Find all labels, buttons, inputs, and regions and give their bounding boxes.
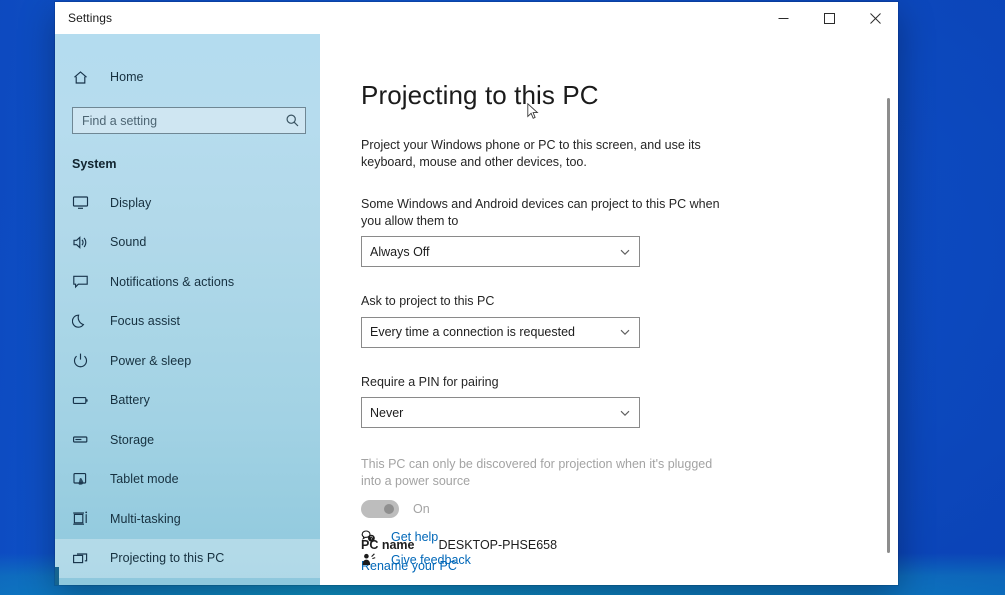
sidebar-item-tablet-mode-label: Tablet mode	[110, 472, 179, 487]
close-icon	[869, 12, 881, 24]
moon-icon	[72, 313, 96, 330]
window-title: Settings	[68, 11, 113, 25]
battery-icon	[72, 392, 96, 409]
dropdown-allow-project-value: Always Off	[370, 244, 430, 259]
setting-group-power-source: This PC can only be discovered for proje…	[361, 456, 898, 518]
power-source-toggle-state: On	[413, 502, 430, 516]
power-icon	[72, 352, 96, 369]
sidebar-item-sound-label: Sound	[110, 235, 147, 250]
sidebar-item-notifications-label: Notifications & actions	[110, 274, 235, 289]
sidebar: Home System	[55, 34, 320, 585]
sidebar-item-sound[interactable]: Sound	[55, 223, 320, 263]
toggle-knob	[384, 504, 394, 514]
storage-icon	[72, 431, 96, 448]
page-title: Projecting to this PC	[361, 80, 599, 110]
sidebar-item-focus-assist[interactable]: Focus assist	[55, 302, 320, 342]
sidebar-selection-indicator	[55, 567, 59, 585]
sidebar-item-projecting-to-this-pc[interactable]: Projecting to this PC	[55, 538, 320, 578]
sidebar-item-shared-experiences[interactable]: Shared experiences	[55, 578, 320, 585]
sidebar-item-multitasking-label: Multi-tasking	[110, 511, 181, 526]
sidebar-item-focus-assist-label: Focus assist	[110, 314, 181, 329]
home-icon	[72, 69, 96, 86]
multitasking-icon	[72, 510, 96, 527]
minimize-button[interactable]	[760, 2, 806, 34]
get-help-row[interactable]: ? Get help	[361, 525, 471, 548]
setting-group-ask-to-project: Ask to project to this PC Every time a c…	[361, 293, 898, 348]
minimize-icon	[778, 17, 788, 19]
sidebar-item-multitasking[interactable]: Multi-tasking	[55, 499, 320, 539]
sidebar-section-title: System	[72, 157, 117, 171]
chevron-down-icon	[611, 326, 639, 338]
search-icon[interactable]	[279, 113, 305, 128]
svg-text:?: ?	[370, 536, 373, 542]
dropdown-ask-to-project-value: Every time a connection is requested	[370, 325, 575, 339]
give-feedback-row[interactable]: Give feedback	[361, 548, 471, 571]
chevron-down-icon	[611, 407, 639, 419]
projecting-icon	[72, 550, 96, 567]
dropdown-require-pin[interactable]: Never	[361, 397, 640, 428]
maximize-icon	[823, 12, 835, 24]
give-feedback-link[interactable]: Give feedback	[391, 553, 471, 567]
sidebar-item-tablet-mode[interactable]: Tablet mode	[55, 460, 320, 500]
maximize-button[interactable]	[806, 2, 852, 34]
power-source-toggle-row: On	[361, 500, 898, 518]
chevron-down-icon	[611, 246, 639, 258]
window-controls	[760, 2, 898, 34]
monitor-icon	[72, 194, 96, 211]
sidebar-item-display[interactable]: Display	[55, 183, 320, 223]
notification-icon	[72, 273, 96, 290]
page-description: Project your Windows phone or PC to this…	[361, 138, 701, 169]
setting-group-require-pin: Require a PIN for pairing Never	[361, 374, 898, 428]
settings-window: Settings Home Find a setting System Disp…	[55, 2, 898, 585]
title-bar[interactable]: Settings	[55, 2, 898, 34]
footer-links: ? Get help Give feedback	[361, 525, 471, 571]
sidebar-nav-list: Display Sound Notifications & actions Fo…	[55, 183, 320, 585]
setting-label-allow-project: Some Windows and Android devices can pro…	[361, 197, 720, 228]
close-button[interactable]	[852, 2, 898, 34]
sidebar-scroll-area: Home System	[55, 34, 320, 585]
sidebar-item-notifications[interactable]: Notifications & actions	[55, 262, 320, 302]
feedback-icon	[361, 552, 385, 567]
sidebar-item-battery-label: Battery	[110, 393, 150, 408]
help-icon: ?	[361, 529, 385, 544]
get-help-link[interactable]: Get help	[391, 530, 438, 544]
tablet-icon	[72, 471, 96, 488]
sidebar-item-display-label: Display	[110, 195, 152, 210]
setting-group-allow-project: Some Windows and Android devices can pro…	[361, 196, 898, 267]
dropdown-require-pin-value: Never	[370, 405, 404, 420]
setting-label-ask-to-project: Ask to project to this PC	[361, 294, 495, 308]
power-source-toggle[interactable]	[361, 500, 399, 518]
setting-label-require-pin: Require a PIN for pairing	[361, 374, 499, 389]
speaker-icon	[72, 234, 96, 251]
sidebar-item-home[interactable]: Home	[55, 58, 320, 96]
search-box[interactable]	[72, 107, 306, 134]
sidebar-item-storage[interactable]: Storage	[55, 420, 320, 460]
content-scrollbar-thumb[interactable]	[887, 98, 890, 553]
dropdown-ask-to-project[interactable]: Every time a connection is requested	[361, 316, 640, 348]
search-input[interactable]	[73, 108, 279, 133]
content-pane: Projecting to this PC Project your Windo…	[320, 34, 898, 585]
window-body: Home System	[55, 34, 898, 585]
sidebar-item-power-sleep-label: Power & sleep	[110, 353, 192, 368]
power-source-note: This PC can only be discovered for proje…	[361, 457, 713, 488]
sidebar-item-projecting-to-this-pc-label: Projecting to this PC	[110, 551, 225, 566]
content-scrollbar[interactable]	[883, 34, 895, 585]
sidebar-item-power-sleep[interactable]: Power & sleep	[55, 341, 320, 381]
sidebar-item-battery[interactable]: Battery	[55, 381, 320, 421]
sidebar-item-storage-label: Storage	[110, 432, 155, 447]
sidebar-item-home-label: Home	[110, 70, 144, 84]
dropdown-allow-project[interactable]: Always Off	[361, 236, 640, 267]
